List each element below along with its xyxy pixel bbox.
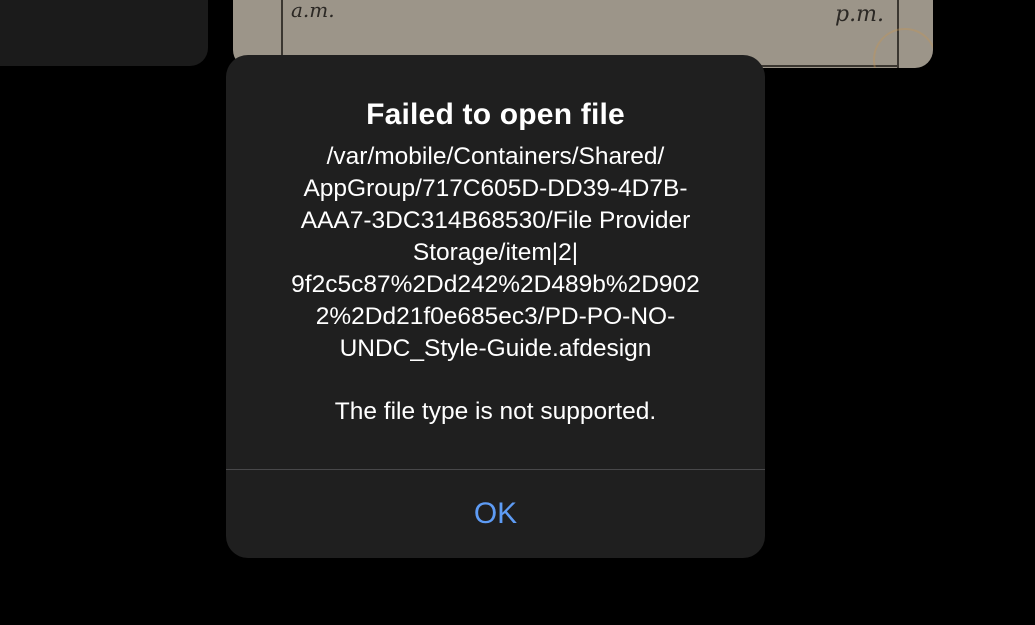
file-path-line: AAA7-3DC314B68530/File Provider bbox=[300, 207, 691, 234]
file-path-line: UNDC_Style-Guide.afdesign bbox=[339, 335, 652, 362]
file-path-line: /var/mobile/Containers/Shared/ bbox=[326, 143, 665, 170]
file-path-line: 9f2c5c87%2Dd242%2D489b%2D902 bbox=[291, 271, 700, 298]
file-path-line: 2%2Dd21f0e685ec3/PD-PO-NO- bbox=[315, 303, 676, 330]
document-stain bbox=[873, 28, 933, 68]
ok-button[interactable]: OK bbox=[226, 470, 765, 558]
document-note-pm: p.m. bbox=[835, 2, 884, 27]
alert-dialog: Failed to open file /var/mobile/Containe… bbox=[226, 55, 765, 558]
alert-detail-message: The file type is not supported. bbox=[334, 398, 657, 425]
document-note-am: a.m. bbox=[291, 0, 335, 22]
alert-title: Failed to open file bbox=[366, 98, 625, 131]
alert-file-path: /var/mobile/Containers/Shared/ AppGroup/… bbox=[256, 141, 735, 365]
file-path-line: AppGroup/717C605D-DD39-4D7B- bbox=[303, 175, 688, 202]
background-card bbox=[0, 0, 208, 66]
screen: a.m. p.m. Failed to open file /var/mobil… bbox=[0, 0, 1035, 625]
file-path-line: Storage/item|2| bbox=[412, 239, 579, 266]
